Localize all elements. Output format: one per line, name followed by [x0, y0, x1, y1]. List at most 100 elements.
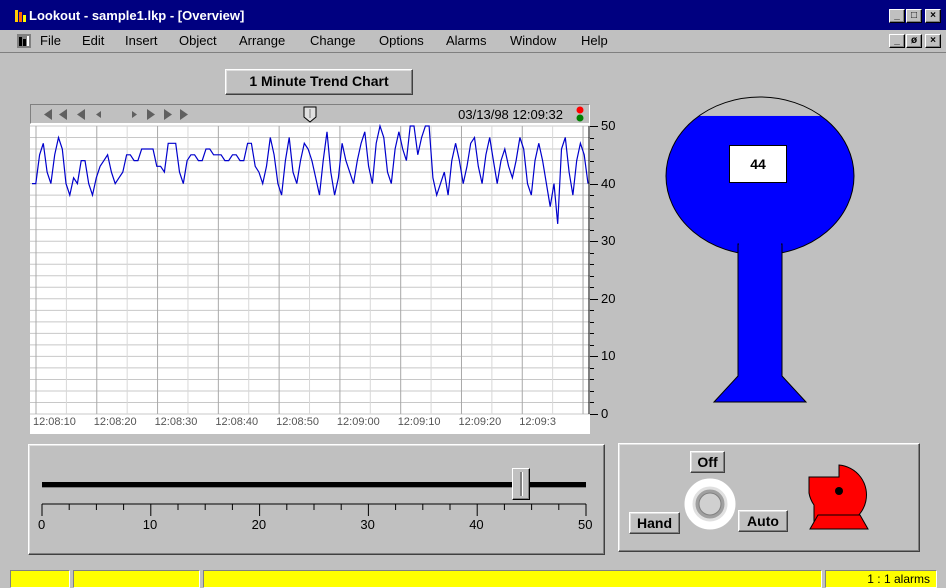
x-axis-label: 12:09:3 [519, 416, 556, 428]
y-axis-minor-tick [590, 367, 594, 369]
maximize-button[interactable]: □ [906, 9, 922, 23]
y-axis-minor-tick [590, 321, 594, 323]
x-axis-label: 12:09:10 [397, 416, 441, 428]
y-axis-minor-tick [590, 160, 594, 162]
slider-scale-label: 40 [469, 517, 484, 532]
tank-level-value: 44 [729, 145, 787, 183]
scroll-forward-icon[interactable] [146, 109, 156, 120]
y-axis-minor-tick [590, 149, 594, 151]
alarm-count-status[interactable]: 1 : 1 alarms [825, 570, 937, 588]
menu-file[interactable]: File [40, 33, 61, 48]
slider-scale [41, 503, 587, 516]
x-axis-label: 12:08:40 [215, 416, 259, 428]
y-axis-minor-tick [590, 172, 594, 174]
trend-chart: 03/13/98 12:09:32 [30, 104, 590, 434]
menu-window[interactable]: Window [510, 33, 556, 48]
doc-close-button[interactable]: × [925, 34, 941, 48]
trend-timestamp: 03/13/98 12:09:32 [458, 107, 563, 122]
tank-stem [712, 243, 808, 403]
close-button[interactable]: × [925, 9, 941, 23]
y-axis-label: 50 [601, 118, 616, 133]
y-axis-label: 40 [601, 175, 616, 191]
water-tank [665, 96, 855, 403]
menu-alarms[interactable]: Alarms [446, 33, 486, 48]
scroll-forward-step-icon[interactable] [130, 109, 140, 120]
x-axis-label: 12:08:20 [93, 416, 137, 428]
menu-change[interactable]: Change [310, 33, 356, 48]
menu-insert[interactable]: Insert [125, 33, 158, 48]
scroll-forward-fast-icon[interactable] [163, 109, 173, 120]
menu-options[interactable]: Options [379, 33, 424, 48]
slider-scale-label: 10 [142, 517, 158, 532]
y-axis-minor-tick [590, 402, 594, 404]
menu-edit[interactable]: Edit [82, 33, 104, 48]
y-axis-minor-tick [590, 195, 594, 197]
y-axis-minor-tick [590, 310, 594, 312]
auto-button[interactable]: Auto [738, 510, 788, 532]
y-axis-label: 10 [601, 348, 616, 364]
doc-restore-button[interactable]: ø [906, 34, 922, 48]
document-icon[interactable] [17, 34, 31, 48]
scroll-back-icon[interactable] [76, 109, 86, 120]
y-axis-minor-tick [590, 218, 594, 220]
y-axis-minor-tick [590, 333, 594, 335]
slider-scale-label: 30 [360, 517, 375, 532]
trend-toolbar: 03/13/98 12:09:32 [30, 104, 590, 124]
y-axis-minor-tick [590, 264, 594, 266]
x-axis-label: 12:09:00 [336, 416, 380, 428]
slider-track[interactable] [42, 482, 586, 488]
y-axis-minor-tick [590, 344, 594, 346]
y-axis-minor-tick [590, 390, 594, 392]
y-axis-label: 30 [601, 233, 616, 249]
y-axis-label: 20 [601, 290, 616, 306]
trend-chart-title-button[interactable]: 1 Minute Trend Chart [225, 69, 413, 95]
trend-plot[interactable] [30, 124, 590, 434]
scroll-back-step-icon[interactable] [93, 109, 103, 120]
y-axis-minor-tick [590, 379, 594, 381]
x-axis-label: 12:08:10 [33, 416, 76, 428]
lookout-app-icon[interactable] [13, 9, 27, 23]
y-axis-minor-tick [590, 126, 594, 127]
y-axis-minor-tick [590, 183, 594, 185]
minimize-button[interactable]: _ [889, 9, 905, 23]
y-axis-minor-tick [590, 206, 594, 208]
traffic-light-icon [576, 106, 584, 122]
off-button[interactable]: Off [690, 451, 725, 473]
x-axis-label: 12:09:20 [458, 416, 502, 428]
status-cell-3 [203, 570, 822, 588]
menu-arrange[interactable]: Arrange [239, 33, 285, 48]
selector-knob-icon[interactable] [683, 477, 737, 531]
y-axis-minor-tick [590, 414, 594, 415]
hand-button[interactable]: Hand [629, 512, 680, 534]
slider-thumb[interactable] [511, 468, 530, 500]
menu-help[interactable]: Help [581, 33, 608, 48]
y-axis-label: 0 [601, 406, 609, 421]
x-axis-label: 12:08:50 [276, 416, 319, 428]
status-bar: 1 : 1 alarms [0, 568, 946, 588]
menu-object[interactable]: Object [179, 33, 217, 48]
y-axis-minor-tick [590, 298, 594, 300]
y-axis-minor-tick [590, 356, 594, 358]
y-axis-minor-tick [590, 275, 594, 277]
y-axis-minor-tick [590, 229, 594, 231]
y-axis-minor-tick [590, 287, 594, 289]
doc-minimize-button[interactable]: _ [889, 34, 905, 48]
status-cell-2 [73, 570, 200, 588]
slider-scale-label: 0 [38, 517, 46, 532]
time-cursor-handle-icon[interactable] [303, 106, 317, 123]
y-axis-minor-tick [590, 137, 594, 139]
y-axis-minor-tick [590, 241, 594, 243]
status-cell-1 [10, 570, 70, 588]
y-axis-minor-tick [590, 252, 594, 254]
scroll-end-icon[interactable] [179, 109, 189, 120]
pump-icon [808, 464, 869, 530]
title-bar[interactable]: Lookout - sample1.lkp - [Overview] _ □ × [0, 0, 946, 30]
x-axis-label: 12:08:30 [154, 416, 198, 428]
scroll-start-icon[interactable] [43, 109, 53, 120]
tank-neck [739, 234, 781, 248]
lookout-window: Lookout - sample1.lkp - [Overview] _ □ ×… [0, 0, 946, 588]
slider-scale-label: 20 [251, 517, 267, 532]
menu-bar: File Edit Insert Object Arrange Change O… [0, 30, 946, 52]
scroll-back-fast-icon[interactable] [58, 109, 68, 120]
window-title: Lookout - sample1.lkp - [Overview] [29, 8, 245, 23]
